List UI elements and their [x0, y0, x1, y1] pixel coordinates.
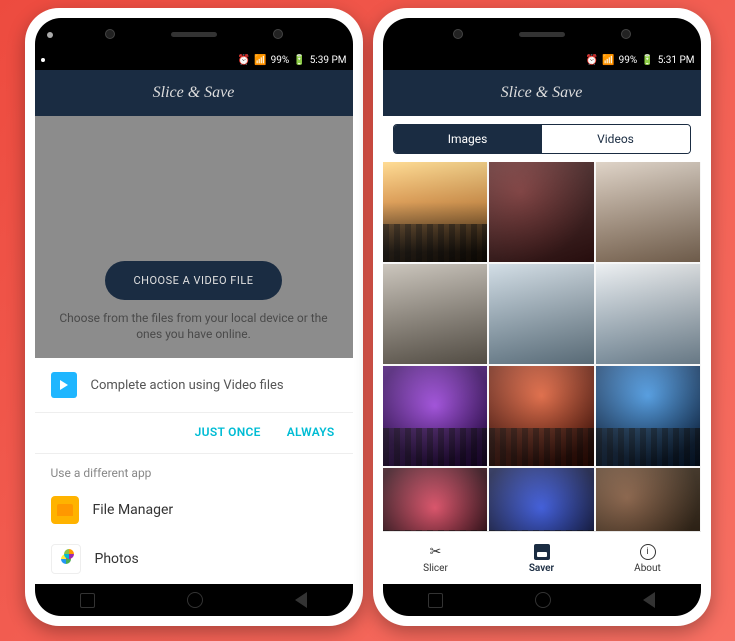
- speaker-grille-icon: [171, 32, 217, 37]
- main-area-dimmed: CHOOSE A VIDEO FILE Choose from the file…: [35, 116, 353, 358]
- save-icon: [534, 544, 550, 560]
- sensor-dot-icon: [47, 32, 53, 38]
- device-top-bezel: [383, 18, 701, 50]
- primary-action-row[interactable]: Complete action using Video files: [35, 358, 353, 413]
- choose-description: Choose from the files from your local de…: [35, 310, 353, 348]
- overview-button-icon[interactable]: [80, 593, 95, 608]
- screen-right: ⏰ 📶 99% 🔋 5:31 PM Slice & Save Images Vi…: [383, 50, 701, 584]
- alt-app-photos[interactable]: Photos: [35, 534, 353, 584]
- alarm-icon: ⏰: [586, 55, 598, 66]
- file-manager-icon: [51, 496, 79, 524]
- device-screen-bezel: ⏰ 📶 99% 🔋 5:31 PM Slice & Save Images Vi…: [383, 18, 701, 616]
- camera-icon: [621, 29, 631, 39]
- device-frame-left: ⏰ 📶 99% 🔋 5:39 PM Slice & Save CHOOSE A …: [25, 8, 363, 626]
- just-once-button[interactable]: JUST ONCE: [195, 425, 261, 439]
- alt-apps-label: Use a different app: [35, 454, 353, 486]
- app-label: File Manager: [93, 502, 174, 518]
- camera-icon: [105, 29, 115, 39]
- action-chooser-sheet: Complete action using Video files JUST O…: [35, 358, 353, 584]
- tab-videos[interactable]: Videos: [542, 125, 690, 153]
- segmented-control: Images Videos: [383, 116, 701, 162]
- image-grid[interactable]: [383, 162, 701, 531]
- thumbnail[interactable]: [489, 264, 594, 364]
- wifi-icon: 📶: [602, 55, 614, 66]
- thumbnail[interactable]: [489, 366, 594, 466]
- thumbnail[interactable]: [596, 162, 701, 262]
- app-label: Photos: [95, 551, 139, 567]
- battery-percent: 99%: [619, 55, 638, 66]
- nav-slicer[interactable]: ✂ Slicer: [383, 532, 489, 584]
- chooser-buttons-row: JUST ONCE ALWAYS: [35, 413, 353, 454]
- scissors-icon: ✂: [427, 543, 445, 561]
- screenshot-stage: ⏰ 📶 99% 🔋 5:39 PM Slice & Save CHOOSE A …: [0, 0, 735, 641]
- nav-label: Slicer: [423, 563, 448, 574]
- home-button-icon[interactable]: [187, 592, 203, 608]
- alarm-icon: ⏰: [238, 55, 250, 66]
- speaker-grille-icon: [519, 32, 565, 37]
- thumbnail[interactable]: [596, 468, 701, 531]
- app-header: Slice & Save: [383, 70, 701, 116]
- battery-percent: 99%: [271, 55, 290, 66]
- choose-video-button[interactable]: CHOOSE A VIDEO FILE: [105, 261, 281, 300]
- app-title: Slice & Save: [153, 84, 235, 102]
- camera-icon: [273, 29, 283, 39]
- wifi-icon: 📶: [254, 55, 266, 66]
- device-frame-right: ⏰ 📶 99% 🔋 5:31 PM Slice & Save Images Vi…: [373, 8, 711, 626]
- battery-icon: 🔋: [641, 55, 653, 66]
- device-top-bezel: [35, 18, 353, 50]
- always-button[interactable]: ALWAYS: [287, 425, 335, 439]
- thumbnail[interactable]: [489, 162, 594, 262]
- status-bar: ⏰ 📶 99% 🔋 5:31 PM: [383, 50, 701, 70]
- app-header: Slice & Save: [35, 70, 353, 116]
- status-bar: ⏰ 📶 99% 🔋 5:39 PM: [35, 50, 353, 70]
- thumbnail[interactable]: [596, 366, 701, 466]
- info-icon: i: [640, 544, 656, 560]
- nav-label: Saver: [529, 563, 554, 574]
- thumbnail[interactable]: [489, 468, 594, 531]
- nav-saver[interactable]: Saver: [489, 532, 595, 584]
- battery-icon: 🔋: [293, 55, 305, 66]
- thumbnail[interactable]: [383, 468, 488, 531]
- screen-left: ⏰ 📶 99% 🔋 5:39 PM Slice & Save CHOOSE A …: [35, 50, 353, 584]
- video-files-icon: [51, 372, 77, 398]
- sheet-title: Complete action using Video files: [91, 378, 284, 393]
- nav-label: About: [634, 563, 661, 574]
- android-nav-bar: [35, 584, 353, 616]
- overview-button-icon[interactable]: [428, 593, 443, 608]
- alt-app-file-manager[interactable]: File Manager: [35, 486, 353, 534]
- thumbnail[interactable]: [383, 264, 488, 364]
- back-button-icon[interactable]: [295, 592, 307, 608]
- device-screen-bezel: ⏰ 📶 99% 🔋 5:39 PM Slice & Save CHOOSE A …: [35, 18, 353, 616]
- thumbnail[interactable]: [383, 366, 488, 466]
- tab-images[interactable]: Images: [394, 125, 542, 153]
- nav-about[interactable]: i About: [595, 532, 701, 584]
- camera-icon: [453, 29, 463, 39]
- app-title: Slice & Save: [501, 84, 583, 102]
- clock-text: 5:31 PM: [658, 55, 695, 66]
- thumbnail[interactable]: [383, 162, 488, 262]
- bottom-nav: ✂ Slicer Saver i About: [383, 531, 701, 584]
- back-button-icon[interactable]: [643, 592, 655, 608]
- photos-icon: [51, 544, 81, 574]
- thumbnail[interactable]: [596, 264, 701, 364]
- home-button-icon[interactable]: [535, 592, 551, 608]
- clock-text: 5:39 PM: [310, 55, 347, 66]
- android-nav-bar: [383, 584, 701, 616]
